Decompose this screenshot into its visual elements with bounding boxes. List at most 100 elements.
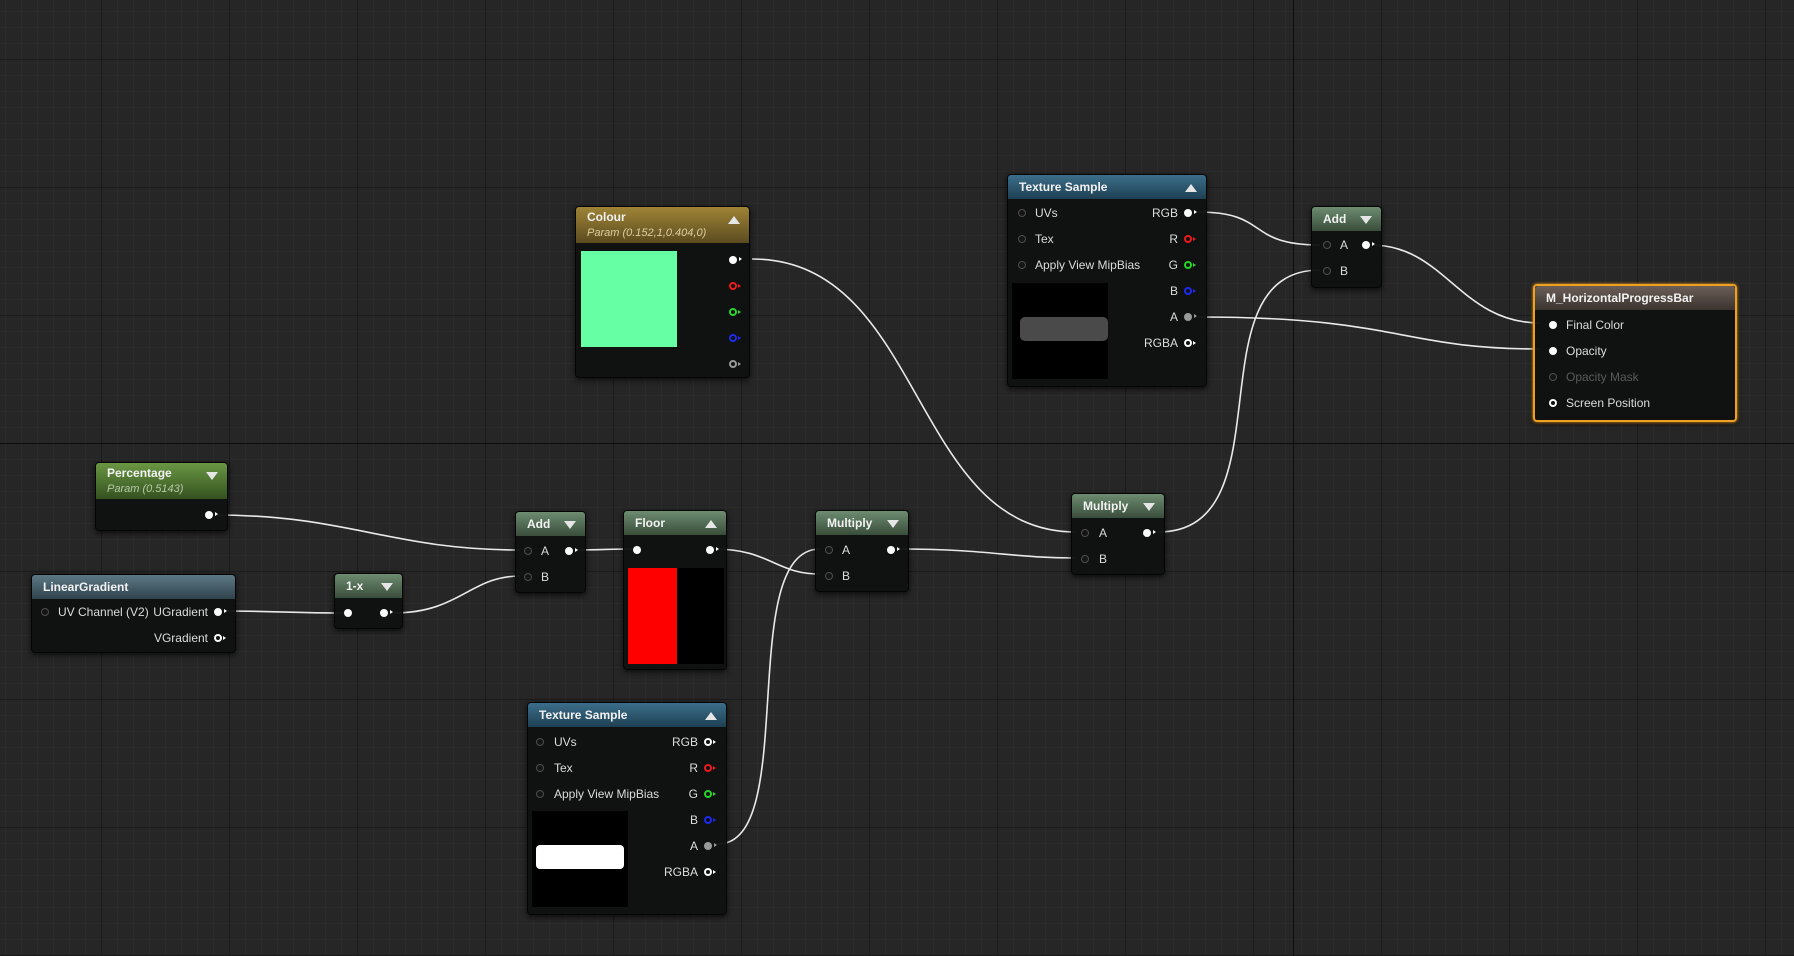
- graph-origin-axis-vertical: [1293, 0, 1294, 956]
- output-pin-b[interactable]: [704, 816, 716, 824]
- node-multiply-mid-title: Multiply: [827, 516, 873, 530]
- output-label-a: A: [1169, 310, 1178, 324]
- input-pin-a[interactable]: [524, 547, 532, 555]
- input-pin-a[interactable]: [1081, 529, 1089, 537]
- node-texture-sample-top-header[interactable]: Texture Sample: [1008, 175, 1206, 199]
- input-pin[interactable]: [344, 609, 352, 617]
- output-pin-g[interactable]: [704, 790, 716, 798]
- input-label-uv-channel: UV Channel (V2): [58, 605, 149, 619]
- input-pin-tex[interactable]: [536, 764, 544, 772]
- node-colour-output-r-pin[interactable]: [729, 282, 741, 290]
- input-pin-tex[interactable]: [1018, 235, 1026, 243]
- collapse-arrow-icon[interactable]: [705, 520, 717, 528]
- node-linear-gradient[interactable]: LinearGradient UV Channel (V2) UGradient…: [31, 574, 236, 653]
- node-texture-sample-top[interactable]: Texture Sample UVs Tex Apply View MipBia…: [1007, 174, 1207, 387]
- expand-arrow-icon[interactable]: [381, 583, 393, 591]
- input-pin-final-color[interactable]: [1549, 321, 1557, 329]
- input-pin-uv-channel[interactable]: [41, 608, 49, 616]
- output-label-r: R: [1169, 232, 1178, 246]
- expand-arrow-icon[interactable]: [1143, 503, 1155, 511]
- node-material-result[interactable]: M_HorizontalProgressBar Final Color Opac…: [1533, 284, 1737, 422]
- node-add-top[interactable]: Add A B: [1311, 206, 1382, 288]
- output-pin-a[interactable]: [1184, 313, 1197, 321]
- output-pin[interactable]: [565, 547, 578, 555]
- input-pin-opacity[interactable]: [1549, 347, 1557, 355]
- input-pin-b[interactable]: [1323, 267, 1331, 275]
- node-multiply-mid[interactable]: Multiply A B: [815, 510, 909, 592]
- node-texture-sample-bottom[interactable]: Texture Sample UVs Tex Apply View MipBia…: [527, 702, 727, 915]
- node-colour-title: Colour: [587, 210, 626, 224]
- node-linear-gradient-header[interactable]: LinearGradient: [32, 575, 235, 599]
- output-pin-r[interactable]: [1184, 235, 1196, 243]
- output-pin-g[interactable]: [1184, 261, 1196, 269]
- node-texture-sample-bottom-preview: [532, 811, 628, 907]
- output-pin-rgb[interactable]: [1184, 209, 1197, 217]
- node-multiply-mid-header[interactable]: Multiply: [816, 511, 908, 535]
- node-colour-header[interactable]: Colour Param (0.152,1,0.404,0): [576, 207, 749, 243]
- input-pin-opacity-mask[interactable]: [1549, 373, 1557, 381]
- input-pin[interactable]: [633, 546, 641, 554]
- input-pin-b[interactable]: [524, 573, 532, 581]
- output-pin-rgb[interactable]: [704, 738, 716, 746]
- expand-arrow-icon[interactable]: [887, 520, 899, 528]
- input-label-tex: Tex: [554, 761, 573, 775]
- node-percentage-title: Percentage: [107, 466, 172, 480]
- output-pin-vgradient[interactable]: [214, 634, 226, 642]
- collapse-arrow-icon[interactable]: [1185, 184, 1197, 192]
- output-pin[interactable]: [1362, 241, 1375, 249]
- node-one-minus-x[interactable]: 1-x: [334, 573, 403, 629]
- input-pin-a[interactable]: [1323, 241, 1331, 249]
- node-add-mid[interactable]: Add A B: [515, 511, 586, 593]
- node-floor[interactable]: Floor: [623, 510, 727, 670]
- node-percentage[interactable]: Percentage Param (0.5143): [95, 462, 228, 531]
- output-pin-rgba[interactable]: [704, 868, 716, 876]
- input-pin-uvs[interactable]: [1018, 209, 1026, 217]
- output-pin-a[interactable]: [704, 842, 717, 850]
- node-material-result-header[interactable]: M_HorizontalProgressBar: [1535, 286, 1735, 310]
- node-percentage-output-pin[interactable]: [205, 511, 218, 519]
- output-pin-r[interactable]: [704, 764, 716, 772]
- node-multiply-right-header[interactable]: Multiply: [1072, 494, 1164, 518]
- node-colour-output-b-pin[interactable]: [729, 334, 741, 342]
- output-label-a: A: [689, 839, 698, 853]
- node-colour[interactable]: Colour Param (0.152,1,0.404,0): [575, 206, 750, 378]
- expand-arrow-icon[interactable]: [206, 472, 218, 480]
- node-percentage-header[interactable]: Percentage Param (0.5143): [96, 463, 227, 499]
- collapse-arrow-icon[interactable]: [728, 216, 740, 224]
- output-label-b: B: [1169, 284, 1178, 298]
- input-pin-mipbias[interactable]: [1018, 261, 1026, 269]
- output-pin-ugradient[interactable]: [214, 608, 227, 616]
- node-floor-header[interactable]: Floor: [624, 511, 726, 535]
- node-add-top-header[interactable]: Add: [1312, 207, 1381, 231]
- node-colour-output-g-pin[interactable]: [729, 308, 741, 316]
- node-colour-output-a-pin[interactable]: [729, 360, 741, 368]
- input-label-final-color: Final Color: [1566, 318, 1625, 332]
- output-pin[interactable]: [380, 609, 393, 617]
- input-label-uvs: UVs: [1035, 206, 1058, 220]
- output-pin-rgba[interactable]: [1184, 339, 1196, 347]
- output-pin[interactable]: [1143, 529, 1156, 537]
- input-pin-b[interactable]: [1081, 555, 1089, 563]
- node-add-mid-header[interactable]: Add: [516, 512, 585, 536]
- input-pin-uvs[interactable]: [536, 738, 544, 746]
- output-pin-b[interactable]: [1184, 287, 1196, 295]
- input-pin-screen-position[interactable]: [1549, 399, 1557, 407]
- expand-arrow-icon[interactable]: [564, 521, 576, 529]
- node-one-minus-x-header[interactable]: 1-x: [335, 574, 402, 598]
- collapse-arrow-icon[interactable]: [705, 712, 717, 720]
- node-colour-preview-swatch: [581, 251, 677, 347]
- input-pin-b[interactable]: [825, 572, 833, 580]
- wire-texture-rgb-to-add: [1197, 211, 1321, 246]
- input-pin-mipbias[interactable]: [536, 790, 544, 798]
- input-pin-a[interactable]: [825, 546, 833, 554]
- output-pin[interactable]: [706, 546, 719, 554]
- node-one-minus-x-title: 1-x: [346, 579, 364, 593]
- input-label-a: A: [842, 543, 851, 557]
- wire-texture-a-to-opacity: [1197, 316, 1541, 350]
- output-pin[interactable]: [887, 546, 900, 554]
- node-multiply-right[interactable]: Multiply A B: [1071, 493, 1165, 575]
- node-texture-sample-bottom-header[interactable]: Texture Sample: [528, 703, 726, 727]
- expand-arrow-icon[interactable]: [1360, 216, 1372, 224]
- node-colour-output-pin[interactable]: [729, 256, 742, 264]
- input-label-a: A: [1099, 526, 1108, 540]
